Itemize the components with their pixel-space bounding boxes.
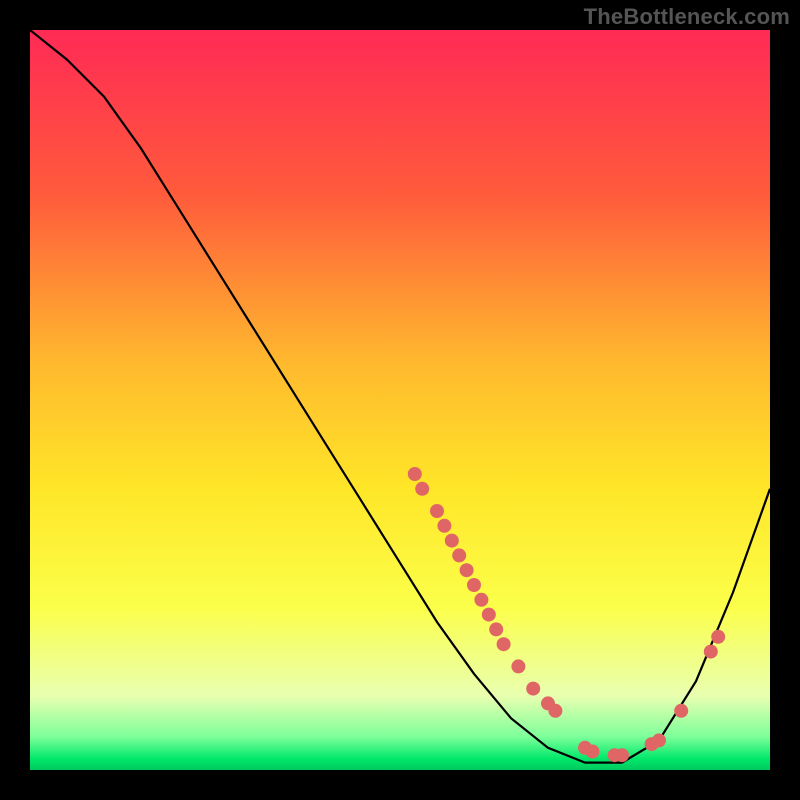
data-point-marker — [497, 637, 511, 651]
data-point-marker — [615, 748, 629, 762]
data-point-marker — [452, 548, 466, 562]
data-point-marker — [548, 704, 562, 718]
data-point-marker — [652, 733, 666, 747]
gradient-background — [30, 30, 770, 770]
data-point-marker — [467, 578, 481, 592]
data-point-marker — [489, 622, 503, 636]
data-point-marker — [408, 467, 422, 481]
chart-svg — [30, 30, 770, 770]
data-point-marker — [460, 563, 474, 577]
data-point-marker — [474, 593, 488, 607]
bottleneck-chart: TheBottleneck.com — [0, 0, 800, 800]
data-point-marker — [674, 704, 688, 718]
data-point-marker — [704, 645, 718, 659]
data-point-marker — [415, 482, 429, 496]
data-point-marker — [526, 682, 540, 696]
data-point-marker — [585, 745, 599, 759]
data-point-marker — [437, 519, 451, 533]
data-point-marker — [511, 659, 525, 673]
data-point-marker — [430, 504, 444, 518]
watermark-text: TheBottleneck.com — [584, 4, 790, 30]
data-point-marker — [482, 608, 496, 622]
data-point-marker — [445, 534, 459, 548]
data-point-marker — [711, 630, 725, 644]
